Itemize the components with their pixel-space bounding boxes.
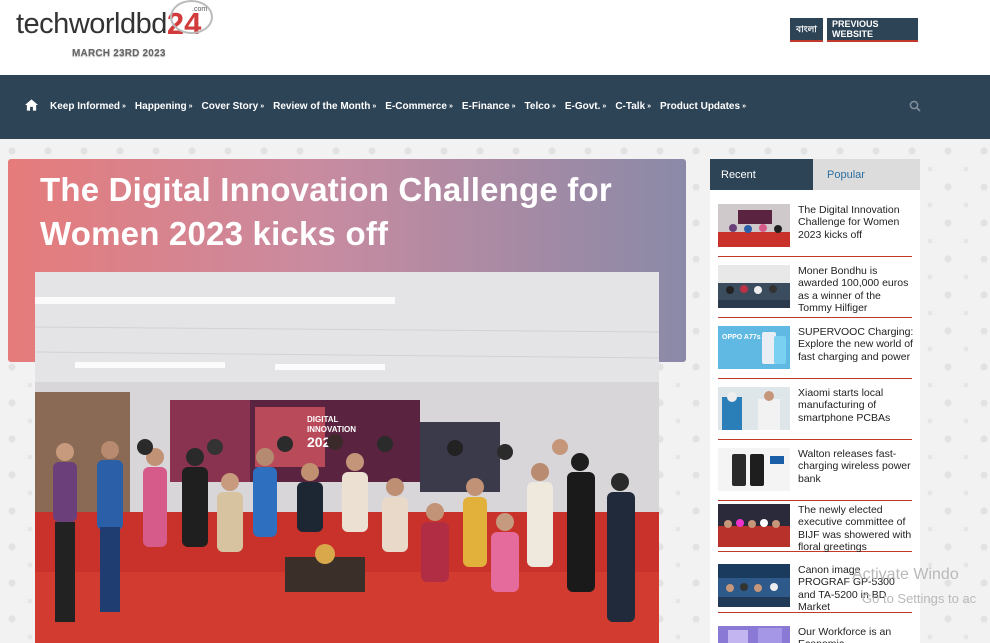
post-thumbnail[interactable] (718, 626, 790, 643)
post-title[interactable]: Walton releases fast-charging wireless p… (798, 448, 914, 485)
nav-label: Cover Story (201, 101, 259, 112)
nav-item-happening[interactable]: Happening» (135, 101, 193, 112)
list-item[interactable]: Walton releases fast-charging wireless p… (718, 444, 912, 501)
nav-item-c-talk[interactable]: C-Talk» (615, 101, 651, 112)
chevron-down-icon: » (602, 103, 607, 110)
nav-item-review-of-the-month[interactable]: Review of the Month» (273, 101, 376, 112)
nav-label: C-Talk (615, 101, 646, 112)
post-thumbnail[interactable] (718, 504, 790, 547)
logo-text: techworldbd (16, 8, 167, 40)
bangla-button[interactable]: বাংলা (790, 18, 823, 42)
nav-item-telco[interactable]: Telco» (525, 101, 556, 112)
list-item[interactable]: OPPO A77s SUPERVOOC Charging: Explore th… (718, 322, 914, 379)
post-title[interactable]: The Digital Innovation Challenge for Wom… (798, 204, 914, 241)
home-icon[interactable] (25, 99, 38, 111)
nav-label: Keep Informed (50, 101, 121, 112)
list-item[interactable]: Moner Bondhu is awarded 100,000 euros as… (718, 261, 912, 318)
sidebar-tabs: Recent Popular (710, 159, 920, 190)
nav-label: E-Finance (461, 101, 510, 112)
chevron-down-icon: » (511, 103, 516, 110)
post-thumbnail[interactable] (718, 448, 790, 491)
chevron-down-icon: » (742, 103, 746, 110)
post-title[interactable]: Moner Bondhu is awarded 100,000 euros as… (798, 265, 914, 314)
chevron-down-icon: » (372, 103, 377, 110)
tab-recent[interactable]: Recent (710, 159, 813, 190)
post-thumbnail[interactable] (718, 204, 790, 247)
post-thumbnail[interactable]: OPPO A77s (718, 326, 790, 369)
chevron-down-icon: » (551, 103, 556, 110)
chevron-down-icon: » (260, 103, 265, 110)
main-navbar: Keep Informed» Happening» Cover Story» R… (0, 75, 990, 139)
post-title[interactable]: SUPERVOOC Charging: Explore the new worl… (798, 326, 914, 363)
current-date: MARCH 23RD 2023 (72, 48, 166, 59)
event-photo: DIGITAL INNOVATION 2023 (35, 272, 659, 643)
nav-item-product-updates[interactable]: Product Updates» (660, 101, 746, 112)
nav-menu: Keep Informed» Happening» Cover Story» R… (50, 101, 755, 112)
nav-label: E-Commerce (385, 101, 447, 112)
top-header: techworldbd 24 .com MARCH 23RD 2023 বাংলা… (0, 0, 990, 75)
post-title[interactable]: Xiaomi starts local manufacturing of sma… (798, 387, 914, 424)
tab-popular[interactable]: Popular (813, 159, 920, 190)
article-title[interactable]: The Digital Innovation Challenge for Wom… (40, 168, 670, 256)
article-featured-image[interactable]: DIGITAL INNOVATION 2023 (35, 272, 659, 643)
nav-label: Review of the Month (273, 101, 371, 112)
post-thumbnail[interactable] (718, 564, 790, 607)
chevron-down-icon: » (188, 103, 193, 110)
post-title[interactable]: Our Workforce is an Economic (798, 626, 914, 643)
chevron-down-icon: » (122, 103, 126, 110)
previous-website-button[interactable]: PREVIOUS WEBSITE (827, 18, 918, 42)
nav-label: Telco (524, 101, 550, 112)
nav-item-e-commerce[interactable]: E-Commerce» (385, 101, 453, 112)
post-thumbnail[interactable] (718, 265, 790, 308)
list-item[interactable]: Xiaomi starts local manufacturing of sma… (718, 383, 912, 440)
nav-label: E-Govt. (564, 101, 601, 112)
list-item[interactable]: The Digital Innovation Challenge for Wom… (718, 200, 912, 257)
chevron-down-icon: » (647, 103, 652, 110)
nav-item-e-finance[interactable]: E-Finance» (462, 101, 516, 112)
search-icon[interactable] (909, 100, 921, 112)
post-title[interactable]: The newly elected executive committee of… (798, 504, 914, 553)
svg-text:OPPO A77s: OPPO A77s (722, 334, 761, 341)
svg-text:INNOVATION: INNOVATION (307, 425, 356, 434)
nav-item-keep-informed[interactable]: Keep Informed» (50, 101, 126, 112)
activate-windows-watermark: Activate Windo (852, 566, 959, 583)
nav-item-e-govt[interactable]: E-Govt.» (565, 101, 606, 112)
list-item[interactable]: The newly elected executive committee of… (718, 495, 914, 553)
logo-suffix: .com (192, 6, 208, 13)
svg-text:DIGITAL: DIGITAL (307, 415, 339, 424)
post-thumbnail[interactable] (718, 387, 790, 430)
chevron-down-icon: » (448, 103, 453, 110)
nav-item-cover-story[interactable]: Cover Story» (202, 101, 265, 112)
activate-windows-hint: Go to Settings to ac (862, 591, 977, 606)
nav-label: Product Updates (660, 101, 741, 112)
nav-label: Happening (134, 101, 187, 112)
list-item[interactable]: Our Workforce is an Economic (718, 617, 912, 643)
